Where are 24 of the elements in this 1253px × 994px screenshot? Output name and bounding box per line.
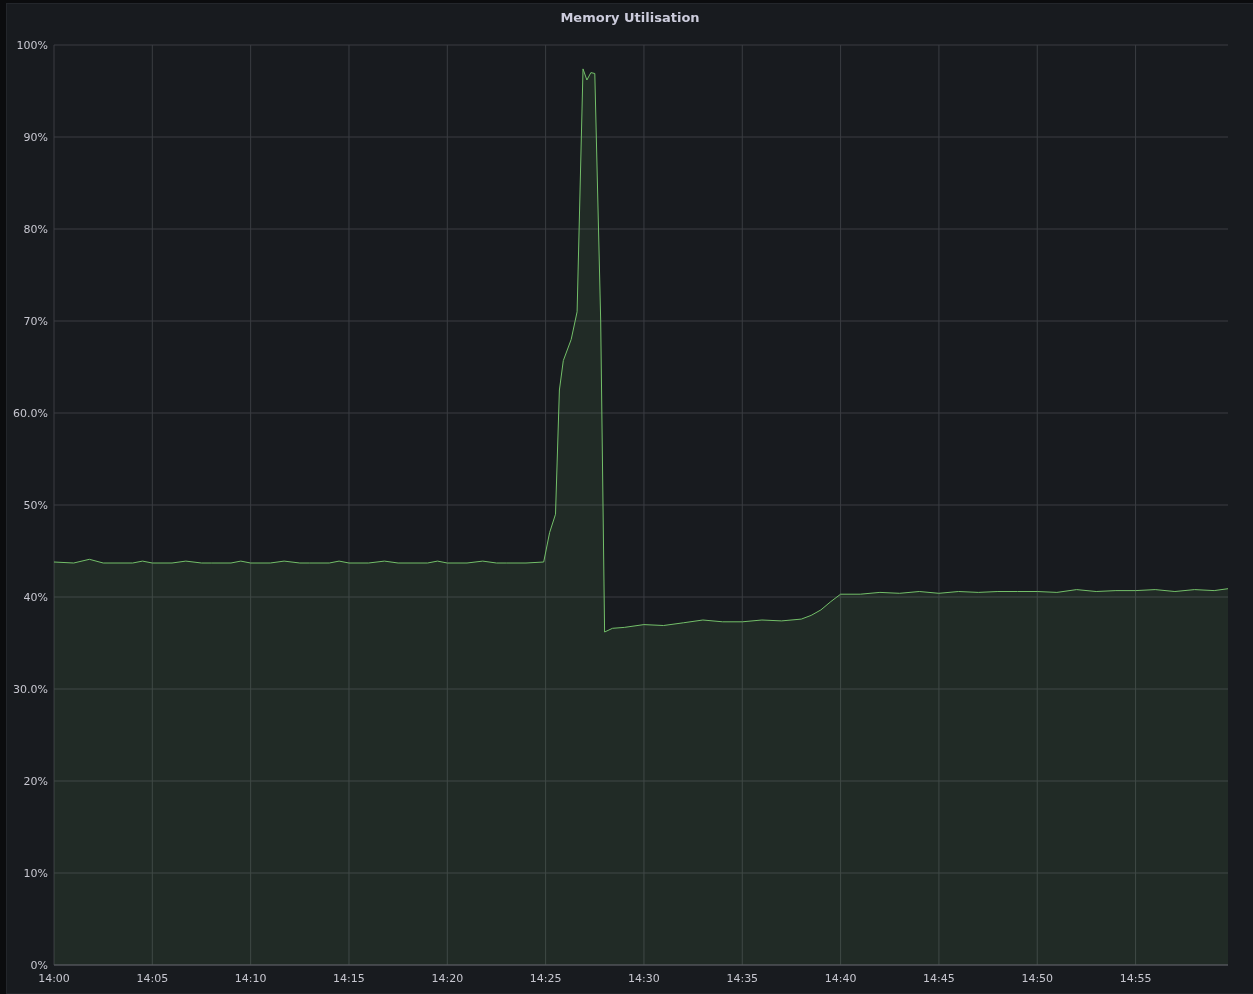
x-axis-label: 14:45 [923, 972, 955, 985]
x-axis-label: 14:50 [1021, 972, 1054, 985]
y-axis-label: 0% [30, 959, 48, 972]
x-axis-label: 14:00 [38, 972, 70, 985]
x-axis-label: 14:10 [234, 972, 267, 985]
panel-title: Memory Utilisation [560, 9, 700, 25]
x-axis-label: 14:30 [628, 972, 660, 985]
x-axis-label: 14:05 [136, 972, 169, 985]
x-axis-label: 14:20 [431, 972, 464, 985]
x-axis-label: 14:40 [824, 972, 857, 985]
y-axis-label: 90% [23, 131, 48, 144]
y-axis-label: 70% [23, 315, 48, 328]
y-axis-label: 60.0% [13, 407, 48, 420]
y-axis-label: 40% [23, 591, 48, 604]
x-axis-label: 14:15 [333, 972, 365, 985]
y-axis-label: 50% [23, 499, 48, 512]
y-axis-label: 20% [23, 775, 48, 788]
y-axis-label: 30.0% [13, 683, 48, 696]
x-axis-label: 14:55 [1119, 972, 1152, 985]
y-axis-label: 80% [23, 223, 48, 236]
y-axis-label: 100% [16, 39, 48, 52]
x-axis-label: 14:25 [529, 972, 562, 985]
x-axis-label: 14:35 [726, 972, 759, 985]
y-axis-label: 10% [23, 867, 48, 880]
